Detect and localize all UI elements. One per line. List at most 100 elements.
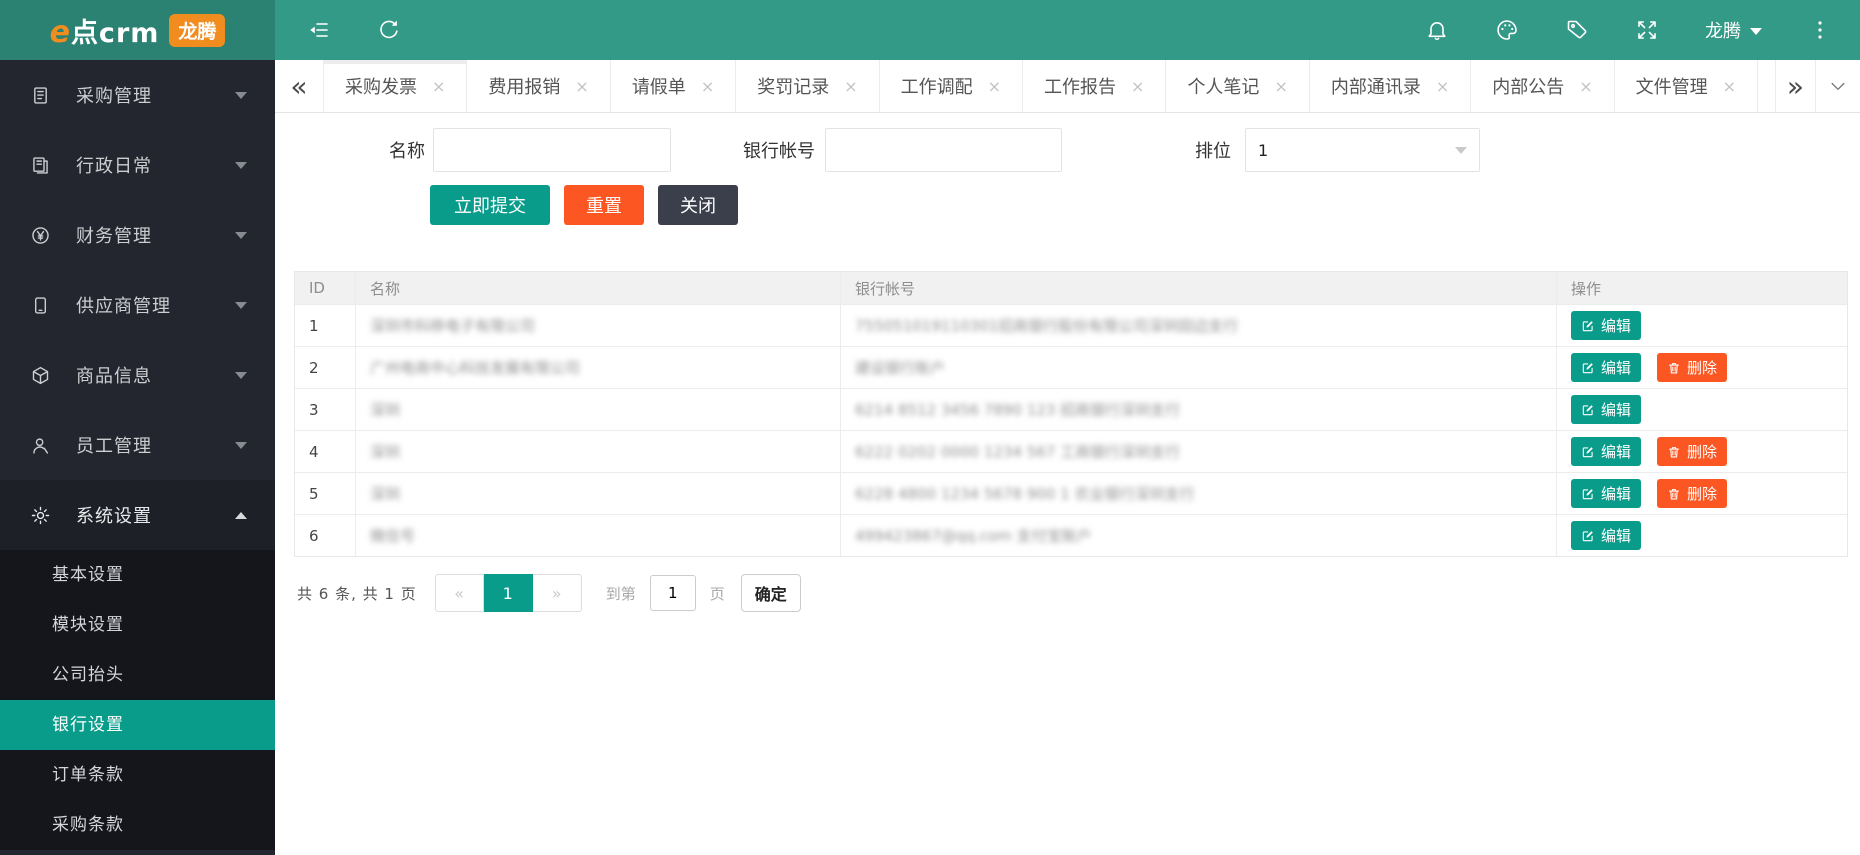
edit-button[interactable]: 编辑 (1571, 437, 1641, 466)
cell-name-blurred: 深圳 (356, 389, 841, 430)
cell-bank-blurred: 6222 0202 0000 1234 567 工商银行深圳支行 (841, 431, 1557, 472)
column-header: 名称 (356, 272, 841, 304)
tabs-scroll-left-button[interactable]: « (275, 60, 323, 112)
trash-icon (1667, 487, 1681, 501)
edit-button[interactable]: 编辑 (1571, 395, 1641, 424)
sidebar-item-label: 采购管理 (76, 82, 152, 108)
sidebar-item-supplier[interactable]: 供应商管理 (0, 270, 275, 340)
cell-actions: 编辑删除 (1557, 473, 1847, 514)
cell-name-blurred: 微信号 (356, 515, 841, 556)
tab-close-icon[interactable]: × (1579, 77, 1592, 96)
cell-id: 6 (295, 515, 356, 556)
sidebar-subitem-company-title[interactable]: 公司抬头 (0, 650, 275, 700)
tab-truncated[interactable]: 库× (1757, 60, 1775, 112)
sidebar-subitem-module[interactable]: 模块设置 (0, 600, 275, 650)
tab-close-icon[interactable]: × (1274, 77, 1287, 96)
next-page-button[interactable]: » (533, 574, 582, 612)
submit-button[interactable]: 立即提交 (430, 185, 550, 225)
more-menu-icon[interactable] (1808, 18, 1832, 42)
sidebar-subitem-basic[interactable]: 基本设置 (0, 550, 275, 600)
trash-icon (1667, 445, 1681, 459)
tab-close-icon[interactable]: × (432, 77, 445, 96)
chevron-down-icon (1750, 28, 1762, 35)
tab-personal-notes[interactable]: 个人笔记× (1165, 60, 1308, 112)
double-chevron-right-icon: » (1787, 70, 1804, 103)
collapse-sidebar-icon[interactable] (307, 18, 331, 42)
cell-id: 5 (295, 473, 356, 514)
close-button[interactable]: 关闭 (658, 185, 738, 225)
gear-icon (30, 504, 52, 526)
sidebar-subitem-order-terms[interactable]: 订单条款 (0, 750, 275, 800)
sidebar-item-finance[interactable]: 财务管理 (0, 200, 275, 270)
tab-internal-contacts[interactable]: 内部通讯录× (1309, 60, 1470, 112)
page-number-button[interactable]: 1 (484, 574, 533, 612)
sidebar-item-purchase[interactable]: 采购管理 (0, 60, 275, 130)
sidebar-item-staff[interactable]: 员工管理 (0, 410, 275, 480)
confirm-button[interactable]: 确定 (741, 574, 801, 612)
tab-reward-record[interactable]: 奖罚记录× (735, 60, 878, 112)
tabs-dropdown-button[interactable] (1815, 60, 1860, 112)
cell-actions: 编辑删除 (1557, 431, 1847, 472)
caret-down-icon (235, 162, 247, 169)
sidebar-subitem-purchase-terms[interactable]: 采购条款 (0, 800, 275, 850)
sidebar-subitem-bank[interactable]: 银行设置 (0, 700, 275, 750)
cell-actions: 编辑 (1557, 515, 1847, 556)
delete-button[interactable]: 删除 (1657, 437, 1727, 466)
delete-button[interactable]: 删除 (1657, 479, 1727, 508)
sidebar-item-goods[interactable]: 商品信息 (0, 340, 275, 410)
tab-work-report[interactable]: 工作报告× (1022, 60, 1165, 112)
filter-form: 名称 银行帐号 排位 1 (294, 128, 1841, 172)
rank-select[interactable]: 1 (1245, 128, 1480, 172)
tab-leave-form[interactable]: 请假单× (610, 60, 735, 112)
fullscreen-icon[interactable] (1635, 18, 1659, 42)
edit-button[interactable]: 编辑 (1571, 311, 1641, 340)
tab-work-assign[interactable]: 工作调配× (879, 60, 1022, 112)
edit-pencil-icon (1581, 529, 1595, 543)
edit-button[interactable]: 编辑 (1571, 353, 1641, 382)
brand-text: e点crm (50, 11, 160, 50)
refresh-icon[interactable] (377, 18, 401, 42)
caret-down-icon (235, 442, 247, 449)
page-unit-label: 页 (710, 583, 725, 604)
table-row: 1深圳市科移电子有限公司755051019110301招商银行股份有限公司深圳田… (295, 304, 1847, 346)
prev-page-button[interactable]: « (435, 574, 484, 612)
tab-label: 采购发票 (345, 73, 417, 99)
reset-button[interactable]: 重置 (564, 185, 644, 225)
tab-close-icon[interactable]: × (1131, 77, 1144, 96)
name-input[interactable] (433, 128, 671, 172)
user-name: 龙腾 (1705, 17, 1741, 43)
cell-name-blurred: 深圳 (356, 473, 841, 514)
edit-button[interactable]: 编辑 (1571, 479, 1641, 508)
tab-close-icon[interactable]: × (844, 77, 857, 96)
tabs-scroll-right-button[interactable]: » (1775, 60, 1815, 112)
notification-bell-icon[interactable] (1425, 18, 1449, 42)
edit-button[interactable]: 编辑 (1571, 521, 1641, 550)
tab-internal-notice[interactable]: 内部公告× (1470, 60, 1613, 112)
tag-icon[interactable] (1565, 18, 1589, 42)
cell-bank-blurred: 6214 8512 3456 7890 123 招商银行深圳支行 (841, 389, 1557, 430)
sidebar-item-system[interactable]: 系统设置 (0, 480, 275, 550)
tab-close-icon[interactable]: × (701, 77, 714, 96)
goto-page-input[interactable] (650, 575, 696, 611)
delete-button[interactable]: 删除 (1657, 353, 1727, 382)
theme-palette-icon[interactable] (1495, 18, 1519, 42)
bank-account-input[interactable] (825, 128, 1062, 172)
logo-badge: 龙腾 (169, 14, 225, 47)
tab-purchase-invoice[interactable]: 采购发票 × (323, 60, 466, 112)
caret-down-icon (235, 372, 247, 379)
pagination-summary: 共 6 条, 共 1 页 (297, 583, 417, 604)
sidebar: 采购管理行政日常财务管理供应商管理商品信息员工管理系统设置 基本设置模块设置公司… (0, 60, 275, 855)
sidebar-item-admin[interactable]: 行政日常 (0, 130, 275, 200)
tab-close-icon[interactable]: × (575, 77, 588, 96)
user-menu[interactable]: 龙腾 (1705, 17, 1762, 43)
tab-close-icon[interactable]: × (1723, 77, 1736, 96)
sidebar-menu: 采购管理行政日常财务管理供应商管理商品信息员工管理系统设置 (0, 60, 275, 550)
column-header: 银行帐号 (841, 272, 1557, 304)
cell-id: 2 (295, 347, 356, 388)
tab-expense-claim[interactable]: 费用报销× (466, 60, 609, 112)
tab-close-icon[interactable]: × (988, 77, 1001, 96)
cell-actions: 编辑删除 (1557, 347, 1847, 388)
tab-file-manage[interactable]: 文件管理× (1614, 60, 1757, 112)
topbar-right-actions: 龙腾 (1425, 17, 1832, 43)
tab-close-icon[interactable]: × (1436, 77, 1449, 96)
